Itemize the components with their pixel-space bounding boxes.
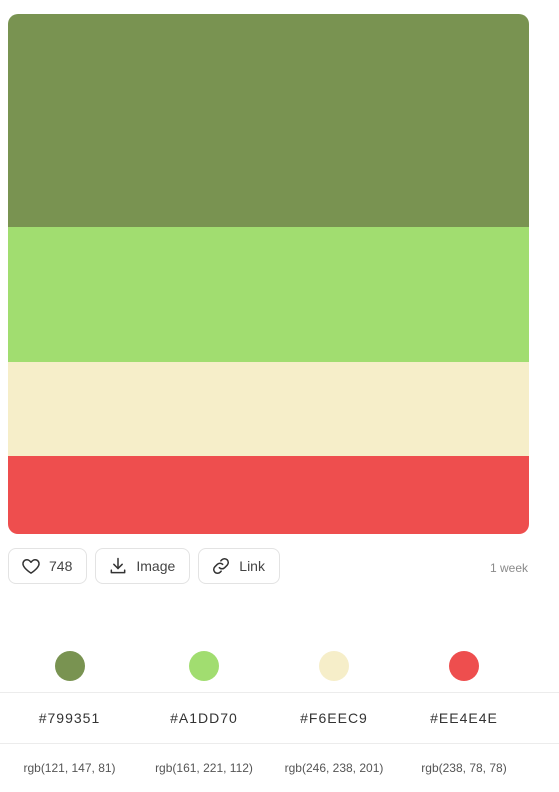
like-button[interactable]: 748: [8, 548, 88, 584]
rgb-value[interactable]: rgb(238, 78, 78): [421, 761, 506, 775]
color-dot[interactable]: [189, 651, 219, 681]
image-download-button[interactable]: Image: [95, 548, 191, 584]
rgb-value[interactable]: rgb(161, 221, 112): [155, 761, 253, 775]
hex-code[interactable]: #EE4E4E: [430, 710, 498, 726]
rgb-value[interactable]: rgb(121, 147, 81): [23, 761, 115, 775]
palette-swatch-2[interactable]: [8, 227, 529, 362]
download-icon: [108, 556, 128, 576]
color-dot[interactable]: [54, 651, 85, 681]
color-details: #799351 #A1DD70 #F6EEC9 #EE4E4E rgb(121,…: [0, 640, 559, 792]
hex-code[interactable]: #F6EEC9: [300, 710, 368, 726]
heart-icon: [21, 556, 41, 576]
image-button-label: Image: [136, 558, 176, 574]
palette-swatch-1[interactable]: [8, 14, 529, 227]
hex-code[interactable]: #A1DD70: [170, 710, 238, 726]
palette-swatch-3[interactable]: [8, 362, 529, 456]
like-count: 748: [49, 558, 73, 574]
palette-swatch-4[interactable]: [8, 456, 529, 534]
rgb-values-row: rgb(121, 147, 81) rgb(161, 221, 112) rgb…: [0, 744, 559, 792]
link-icon: [211, 556, 231, 576]
palette-preview[interactable]: [8, 14, 529, 534]
time-ago: 1 week: [489, 561, 528, 575]
link-button-label: Link: [239, 558, 265, 574]
color-dots-row: [0, 640, 559, 692]
copy-link-button[interactable]: Link: [198, 548, 280, 584]
action-bar: 748 Image Link: [8, 548, 280, 586]
hex-code[interactable]: #799351: [39, 710, 101, 726]
rgb-value[interactable]: rgb(246, 238, 201): [285, 761, 384, 775]
color-dot[interactable]: [319, 651, 349, 681]
color-dot[interactable]: [449, 651, 479, 681]
hex-codes-row: #799351 #A1DD70 #F6EEC9 #EE4E4E: [0, 693, 559, 743]
